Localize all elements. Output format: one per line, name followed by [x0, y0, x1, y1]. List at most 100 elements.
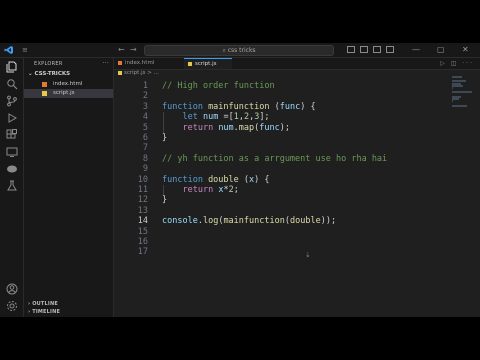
outline-section[interactable]: › OUTLINE: [28, 301, 58, 307]
line-number: 3: [142, 101, 148, 112]
sidebar-more-button[interactable]: ···: [102, 59, 109, 67]
code-token: double: [289, 216, 321, 227]
minimap[interactable]: [452, 76, 474, 116]
code-line[interactable]: // High order function: [162, 81, 275, 92]
code-token: // yh function as a arrgument use ho rha…: [162, 153, 388, 164]
line-number: 16: [137, 237, 148, 247]
code-token: =[: [218, 112, 234, 123]
sidebar-title: EXPLORER: [34, 61, 63, 67]
extensions-icon[interactable]: [5, 128, 18, 141]
line-number: 8: [142, 153, 148, 164]
toggle-panel-icon[interactable]: [373, 46, 381, 53]
timeline-label: TIMELINE: [32, 309, 61, 315]
code-line[interactable]: function mainfunction (func) {: [162, 102, 316, 113]
js-file-icon: [42, 91, 47, 96]
line-number: 12: [137, 195, 148, 206]
tab-label: script.js: [195, 61, 217, 67]
code-line[interactable]: }: [162, 195, 167, 206]
code-token: ) {: [254, 174, 270, 185]
minimap-line: [452, 91, 472, 94]
account-icon[interactable]: [5, 282, 18, 295]
run-debug-icon[interactable]: [5, 111, 18, 124]
code-token: function: [162, 174, 209, 185]
html-file-icon: [42, 82, 47, 87]
line-number: 7: [142, 143, 148, 154]
code-line[interactable]: return num.map(func);: [162, 123, 290, 134]
code-token: map: [238, 122, 255, 133]
minimap-line: [452, 76, 462, 78]
testing-icon[interactable]: [5, 179, 18, 192]
search-icon[interactable]: [5, 77, 18, 90]
timeline-section[interactable]: › TIMELINE: [28, 309, 60, 315]
code-token: mainfunction: [223, 216, 285, 227]
command-center-search[interactable]: ⌕ css tricks: [144, 45, 334, 56]
js-file-icon: [188, 61, 192, 66]
toggle-sidebar-icon[interactable]: [360, 46, 368, 53]
code-token: ));: [320, 216, 337, 227]
code-token: }: [162, 195, 168, 206]
code-line[interactable]: // yh function as a arrgument use ho rha…: [162, 154, 387, 165]
title-bar: ≡ ← → ⌕ css tricks — ▢ ✕: [0, 43, 480, 58]
editor-actions[interactable]: ▷ ◫ ···: [440, 60, 474, 67]
line-number: 11: [137, 185, 148, 195]
line-number: 17: [137, 247, 148, 258]
maximize-button[interactable]: ▢: [437, 45, 445, 55]
back-arrow-icon[interactable]: ←: [118, 45, 125, 55]
tab-script-js[interactable]: script.js: [184, 58, 232, 69]
code-token: num: [218, 122, 234, 133]
code-editor[interactable]: 1 // High order function 2 3 function mainfu…: [114, 76, 480, 296]
code-token: );: [279, 122, 291, 133]
code-token: ) {: [300, 101, 316, 112]
remote-icon[interactable]: [5, 145, 18, 158]
minimap-line: [452, 98, 459, 100]
code-token: return: [182, 185, 219, 195]
minimize-button[interactable]: —: [412, 45, 420, 55]
tab-label: index.html: [125, 60, 155, 66]
code-line[interactable]: let num =[1,2,3];: [162, 112, 269, 123]
line-number: 4: [142, 112, 148, 123]
tab-index-html[interactable]: index.html: [118, 58, 168, 69]
line-number: 13: [137, 205, 148, 216]
minimap-line: [452, 84, 464, 87]
explorer-sidebar: EXPLORER ··· ⌄ CSS-TRICKS index.html scr…: [24, 58, 114, 317]
toggle-secondary-sidebar-icon[interactable]: [386, 46, 394, 53]
chat-icon[interactable]: [5, 162, 18, 175]
file-name: script.js: [53, 90, 75, 96]
line-number: 1: [142, 81, 148, 91]
line-number: 6: [142, 133, 148, 143]
code-line[interactable]: console.log(mainfunction(double));: [162, 216, 336, 227]
code-token: let: [182, 112, 203, 123]
copilot-icon[interactable]: [347, 46, 355, 53]
code-token: (: [269, 101, 280, 112]
code-token: num: [202, 112, 219, 123]
line-number: 9: [142, 164, 148, 175]
vscode-window: ≡ ← → ⌕ css tricks — ▢ ✕ EXPLORER ··· ⌄ …: [0, 43, 480, 317]
file-item-script-js[interactable]: script.js: [24, 89, 113, 98]
line-number: 14: [137, 216, 148, 227]
vscode-logo-icon: [4, 45, 14, 55]
editor-tabs: index.html script.js ▷ ◫ ···: [114, 58, 480, 70]
code-token: (: [238, 174, 250, 185]
code-line[interactable]: }: [162, 133, 167, 144]
workspace-folder[interactable]: ⌄ CSS-TRICKS: [28, 71, 70, 77]
source-control-icon[interactable]: [5, 94, 18, 107]
code-token: // High order function: [162, 81, 275, 91]
code-token: func: [259, 122, 280, 133]
settings-gear-icon[interactable]: [5, 299, 18, 312]
close-button[interactable]: ✕: [462, 45, 469, 55]
outline-label: OUTLINE: [32, 301, 58, 307]
line-number: 15: [137, 226, 148, 237]
js-file-icon: [118, 70, 122, 75]
workspace-name: css tricks: [227, 47, 256, 54]
file-item-index-html[interactable]: index.html: [24, 80, 113, 89]
menu-icon[interactable]: ≡: [22, 46, 29, 54]
code-token: mainfunction: [208, 101, 270, 112]
explorer-icon[interactable]: [5, 60, 18, 73]
code-line[interactable]: return x*2;: [162, 185, 238, 196]
code-line[interactable]: function double (x) {: [162, 175, 270, 186]
mouse-cursor-icon: ⇣: [305, 251, 311, 259]
forward-arrow-icon[interactable]: →: [130, 45, 137, 55]
